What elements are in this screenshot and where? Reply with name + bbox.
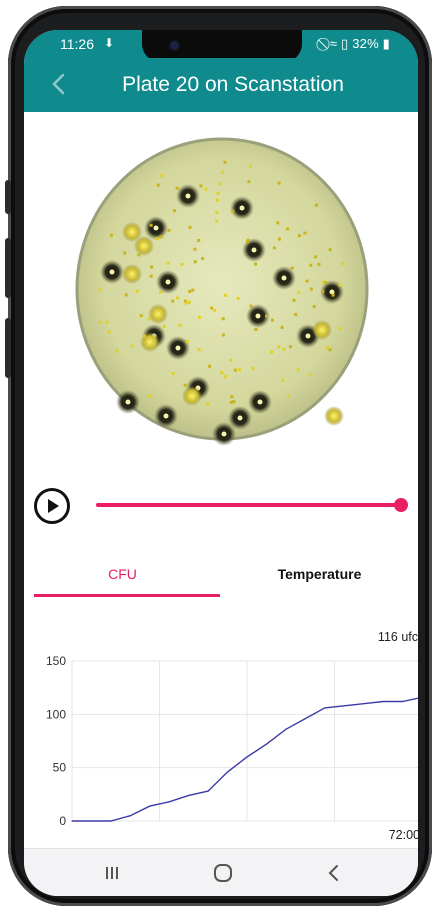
- play-button[interactable]: [34, 488, 70, 524]
- cfu-data-point: [246, 756, 248, 758]
- cfu-data-point: [129, 815, 131, 817]
- camera-icon: [170, 41, 179, 50]
- cfu-data-point: [401, 700, 404, 703]
- volume-down-button: [5, 238, 11, 298]
- y-tick-label: 150: [46, 654, 66, 668]
- cfu-data-point: [71, 820, 73, 822]
- cfu-data-point: [382, 700, 384, 703]
- app-bar: Plate 20 on Scanstation: [24, 58, 418, 112]
- cfu-data-point: [285, 728, 287, 730]
- cfu-data-point: [363, 703, 365, 705]
- timeline-slider[interactable]: [96, 503, 402, 507]
- battery-percent: 32%: [352, 36, 379, 51]
- cfu-data-point: [168, 801, 170, 803]
- cfu-data-point: [304, 718, 306, 720]
- page-title: Plate 20 on Scanstation: [122, 73, 344, 96]
- status-bar: 11:26 ⬇ ⃠ ≈ ▯ 32% ▮: [24, 30, 418, 62]
- cfu-data-point: [265, 743, 268, 745]
- wifi-icon: ≈: [329, 36, 338, 51]
- cfu-data-point: [226, 771, 229, 773]
- status-right: ⃠ ≈ ▯ 32% ▮: [326, 36, 390, 52]
- timeline-slider-thumb[interactable]: [394, 498, 408, 512]
- nav-back-icon[interactable]: [324, 863, 344, 883]
- playback-controls: [24, 484, 418, 528]
- tab-temperature-label: Temperature: [277, 566, 362, 582]
- y-tick-label: 50: [53, 761, 67, 775]
- cfu-data-point: [149, 805, 151, 807]
- tab-temperature[interactable]: Temperature: [221, 556, 418, 596]
- current-value-label: 116 ufc: [378, 630, 418, 644]
- active-tab-indicator: [34, 594, 220, 597]
- petri-plate-image: [72, 134, 372, 446]
- cfu-data-point: [207, 790, 209, 792]
- tab-bar: CFU Temperature: [24, 556, 418, 597]
- system-nav-bar: [24, 848, 418, 896]
- screen: 11:26 ⬇ ⃠ ≈ ▯ 32% ▮ Plate 20 on Scanstat…: [24, 30, 418, 896]
- cfu-data-point: [110, 820, 112, 822]
- cfu-data-point: [324, 707, 326, 709]
- tab-cfu[interactable]: CFU: [24, 556, 221, 596]
- y-tick-label: 100: [46, 707, 66, 721]
- cfu-series-line: [72, 697, 418, 822]
- signal-icon: ▯: [341, 36, 349, 51]
- x-end-label: 72:00: [389, 828, 418, 841]
- cfu-chart: 050100150116 ufc72:00CFUWarning threshol…: [24, 605, 418, 841]
- cfu-chart-svg: 050100150116 ufc72:00CFUWarning threshol…: [46, 630, 418, 841]
- home-icon[interactable]: [212, 863, 234, 883]
- tab-cfu-label: CFU: [108, 566, 137, 582]
- download-icon: ⬇: [104, 36, 115, 50]
- y-tick-label: 0: [59, 814, 66, 828]
- play-icon: [48, 499, 59, 513]
- battery-icon: ▮: [382, 36, 390, 51]
- bixby-button: [5, 318, 11, 378]
- cfu-data-point: [343, 705, 345, 707]
- volume-up-button: [5, 180, 11, 214]
- recent-apps-icon[interactable]: [102, 863, 122, 883]
- cfu-data-point: [188, 794, 190, 796]
- status-time: 11:26: [60, 36, 94, 52]
